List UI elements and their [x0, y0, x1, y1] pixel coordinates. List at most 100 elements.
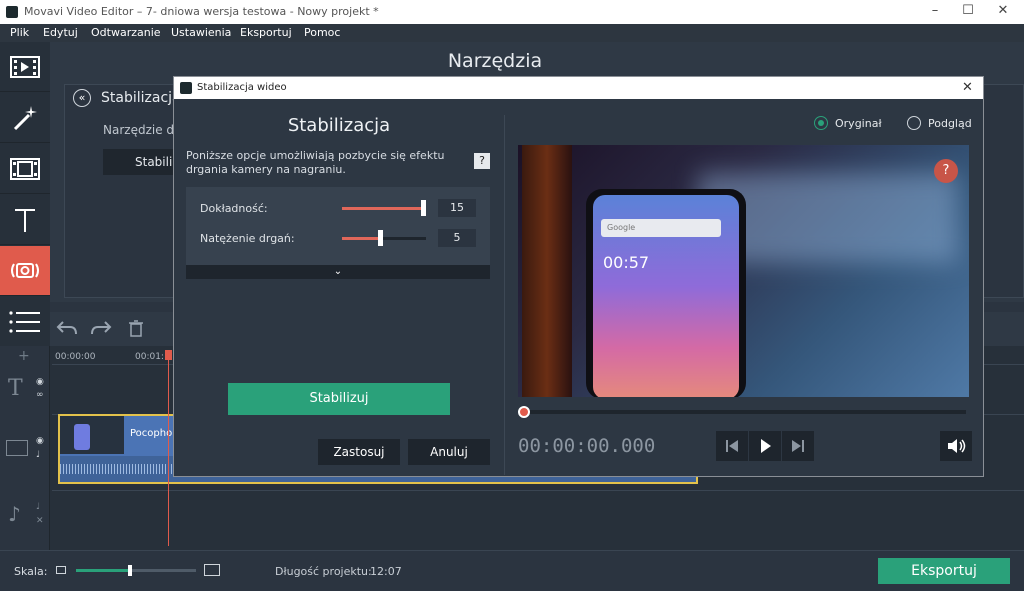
settings-pane: Stabilizacja Poniższe opcje umożliwiają …	[174, 99, 504, 477]
menu-item-pomoc[interactable]: Pomoc	[304, 26, 340, 39]
stabilize-button[interactable]: Stabilizuj	[228, 383, 450, 415]
stabilization-dialog: Stabilizacja wideo ✕ Stabilizacja Poniżs…	[173, 76, 984, 477]
next-frame-icon[interactable]	[782, 431, 814, 461]
apply-button[interactable]: Zastosuj	[318, 439, 400, 465]
tool-transitions[interactable]	[0, 144, 50, 194]
phone-search-bar: Google	[601, 219, 721, 237]
project-duration-label: Długość projektu:	[275, 565, 372, 578]
stabilize-panel-button[interactable]: Stabili	[103, 149, 183, 175]
dialog-titlebar: Stabilizacja wideo ✕	[174, 77, 983, 99]
clip-label: Pocopho	[130, 428, 173, 439]
menu-item-ustawienia[interactable]: Ustawienia	[171, 26, 231, 39]
playhead[interactable]	[168, 350, 169, 546]
accuracy-value[interactable]: 15	[438, 199, 476, 217]
prev-frame-icon[interactable]	[716, 431, 748, 461]
play-icon[interactable]	[749, 431, 781, 461]
shake-slider[interactable]	[342, 230, 426, 246]
tool-titles[interactable]	[0, 195, 50, 245]
maximize-icon[interactable]: ☐	[953, 3, 983, 21]
time-label-2: 00:01:	[135, 352, 164, 362]
shake-slider-handle[interactable]	[377, 230, 383, 246]
shake-slider-fill	[342, 237, 380, 240]
transition-film-icon	[10, 157, 40, 180]
link-icon[interactable]: ∞	[36, 390, 44, 400]
param-label-accuracy: Dokładność:	[200, 202, 268, 215]
menu-item-odtwarzanie[interactable]: Odtwarzanie	[91, 26, 161, 39]
tool-filters[interactable]	[0, 93, 50, 143]
window-title: Movavi Video Editor – 7- dniowa wersja t…	[24, 5, 379, 18]
tools-sidebar	[0, 42, 50, 347]
dialog-close-icon[interactable]: ✕	[962, 80, 973, 95]
menu-item-eksportuj[interactable]: Eksportuj	[240, 26, 292, 39]
zoom-in-icon[interactable]	[204, 564, 220, 576]
playhead-handle[interactable]	[165, 350, 172, 360]
accuracy-slider-fill	[342, 207, 424, 210]
export-button[interactable]: Eksportuj	[878, 558, 1010, 584]
page-title: Narzędzia	[447, 50, 543, 72]
undo-icon[interactable]	[56, 318, 78, 338]
tool-import[interactable]	[0, 42, 50, 92]
visibility-eye-icon[interactable]: ◉	[36, 377, 44, 387]
menu-item-edytuj[interactable]: Edytuj	[43, 26, 78, 39]
param-label-shake: Natężenie drgań:	[200, 232, 295, 245]
add-track-icon[interactable]: +	[18, 348, 30, 364]
preview-progress[interactable]	[518, 406, 966, 418]
video-audio-icon[interactable]: ♩	[36, 450, 40, 460]
stabilization-camera-icon	[11, 262, 39, 278]
menu-item-plik[interactable]: Plik	[10, 26, 29, 39]
project-duration-value: 12:07	[370, 565, 402, 578]
preview-progress-handle[interactable]	[518, 406, 530, 418]
tool-stabilization[interactable]	[0, 246, 50, 296]
radio-original-label: Oryginał	[835, 117, 882, 130]
radio-original[interactable]	[814, 116, 828, 130]
expand-chevron-icon[interactable]: ⌄	[186, 265, 490, 279]
accuracy-slider-handle[interactable]	[421, 200, 427, 216]
music-unlink-icon[interactable]: ✕	[36, 516, 44, 526]
scale-slider-handle[interactable]	[128, 565, 132, 576]
scale-label: Skala:	[14, 565, 48, 578]
phone-clock: 00:57	[603, 253, 650, 272]
section-title: Stabilizacja	[101, 90, 181, 106]
scale-slider[interactable]	[76, 565, 196, 576]
back-icon[interactable]: «	[73, 89, 91, 107]
volume-icon[interactable]	[940, 431, 972, 461]
close-icon[interactable]: ✕	[988, 3, 1018, 21]
zoom-out-icon[interactable]	[56, 566, 66, 574]
radio-preview-label: Podgląd	[928, 117, 972, 130]
window-titlebar: Movavi Video Editor – 7- dniowa wersja t…	[0, 0, 1024, 24]
preview-phone: Google 00:57	[586, 189, 746, 397]
time-label-start: 00:00:00	[55, 352, 96, 362]
section-description: Narzędzie do	[103, 123, 182, 137]
status-bar: Skala: Długość projektu: 12:07 Eksportuj	[0, 550, 1024, 591]
track-divider-2	[52, 490, 1024, 491]
app-icon	[6, 6, 18, 18]
text-track-icon: T	[8, 376, 23, 401]
cancel-button[interactable]: Anuluj	[408, 439, 490, 465]
delete-icon[interactable]	[126, 318, 146, 338]
text-icon	[15, 208, 35, 232]
preview-help-button[interactable]: ?	[934, 159, 958, 183]
timecode: 00:00:00.000	[518, 435, 656, 457]
menu-bar: Plik Edytuj Odtwarzanie Ustawienia Ekspo…	[0, 24, 1024, 42]
dialog-app-icon	[180, 82, 192, 94]
tool-more[interactable]	[0, 297, 50, 347]
help-button[interactable]: ?	[474, 153, 490, 169]
phone-screen: Google 00:57	[593, 195, 739, 397]
params-box: Dokładność: 15 Natężenie drgań: 5	[186, 187, 490, 265]
radio-preview[interactable]	[907, 116, 921, 130]
shake-value[interactable]: 5	[438, 229, 476, 247]
list-icon	[9, 310, 40, 333]
video-visibility-icon[interactable]: ◉	[36, 436, 44, 446]
film-import-icon	[10, 55, 40, 78]
dialog-heading: Stabilizacja	[287, 115, 391, 136]
music-track-icon: ♪	[8, 502, 21, 526]
dialog-title: Stabilizacja wideo	[197, 82, 287, 93]
preview-bokeh-left	[522, 145, 572, 397]
minimize-icon[interactable]: –	[920, 3, 950, 21]
scale-slider-fill	[76, 569, 130, 572]
clip-thumbnail	[60, 416, 124, 454]
music-volume-icon[interactable]: ♩	[36, 502, 40, 512]
redo-icon[interactable]	[90, 318, 112, 338]
dialog-description: Poniższe opcje umożliwiają pozbycie się …	[186, 149, 445, 176]
accuracy-slider[interactable]	[342, 200, 427, 216]
